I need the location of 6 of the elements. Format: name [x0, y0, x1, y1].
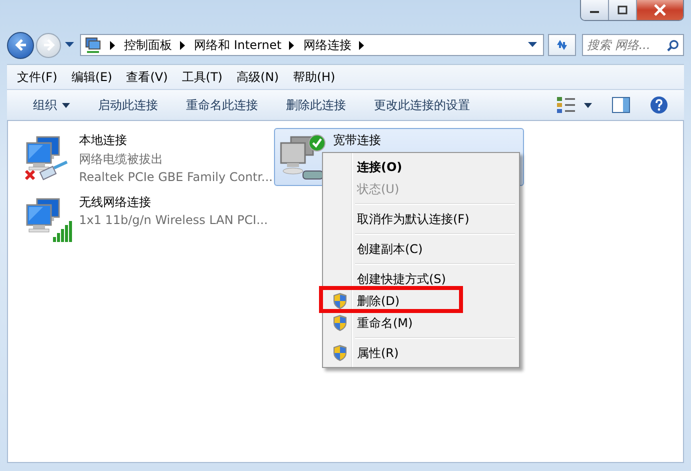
connection-name: 宽带连接: [333, 132, 381, 149]
connection-status: 网络电缆被拔出: [79, 151, 164, 168]
connection-name: 无线网络连接: [79, 194, 152, 211]
connection-name: 本地连接: [79, 132, 128, 149]
adapter-name: Realtek PCIe GBE Family Contr...: [79, 170, 273, 184]
adapter-name: 1x1 11b/g/n Wireless LAN PCI...: [79, 213, 268, 227]
